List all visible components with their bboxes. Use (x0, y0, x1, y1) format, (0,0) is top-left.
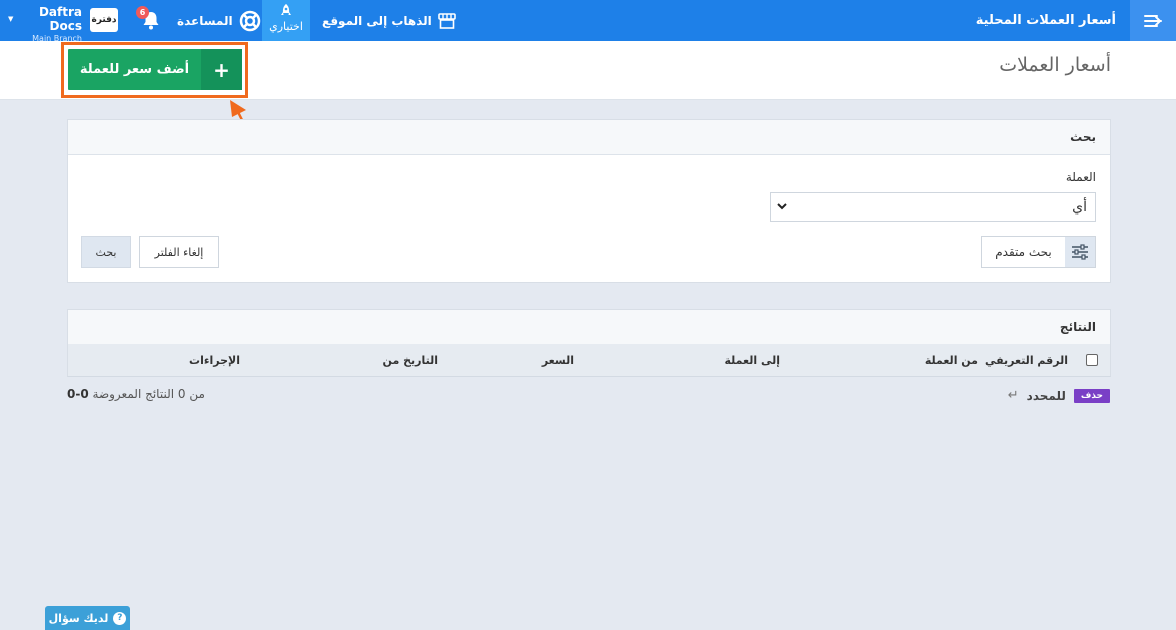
advanced-search-button[interactable]: بحث متقدم (981, 236, 1096, 268)
sliders-icon (1065, 237, 1095, 267)
caret-down-icon: ▼ (8, 15, 14, 23)
help-widget-label: لديك سؤال (48, 611, 109, 625)
bulk-label: للمحدد (1026, 388, 1066, 403)
page-title: أسعار العملات (999, 54, 1111, 76)
column-rate[interactable]: السعر (542, 354, 574, 367)
currency-select[interactable]: أي (770, 192, 1096, 222)
results-count-text: من 0 النتائج المعروضة (92, 387, 205, 401)
column-from-currency[interactable]: من العملة (925, 354, 978, 367)
search-panel-header: بحث (68, 120, 1110, 155)
results-range: 0-0 (67, 387, 89, 401)
bulk-delete-button[interactable]: حذف (1073, 388, 1110, 403)
bulk-actions: ↵ للمحدد حذف (1008, 388, 1110, 403)
rocket-icon (281, 4, 291, 15)
chevron-down-icon (777, 203, 787, 210)
currency-select-value: أي (1072, 199, 1087, 215)
column-actions: الإجراءات (189, 354, 240, 367)
plus-icon: + (201, 49, 242, 90)
top-navbar: أسعار العملات المحلية الذهاب إلى الموقع … (0, 0, 1176, 43)
store-icon (437, 12, 456, 29)
help-link[interactable]: المساعدة (177, 0, 261, 41)
results-panel: النتائج (67, 309, 1111, 345)
have-a-question-button[interactable]: لديك سؤال ? (45, 606, 130, 630)
company-logo: دفترة (90, 8, 118, 32)
add-currency-rate-label: أضف سعر للعملة (79, 62, 190, 77)
select-all-checkbox[interactable] (1086, 354, 1098, 366)
column-id[interactable]: الرقم التعريفي (985, 354, 1068, 367)
menu-arrow-icon (1144, 14, 1162, 27)
account-switcher[interactable]: ▼ Daftra Docs Main Branch (8, 5, 82, 45)
column-date-from[interactable]: التاريخ من (383, 354, 438, 367)
notifications-button[interactable]: 6 (136, 6, 162, 31)
go-to-site-link[interactable]: الذهاب إلى الموقع (322, 0, 456, 41)
optional-label: اختياري (269, 20, 303, 33)
search-panel: بحث العملة أي بحث متقدم إلغاء الفلتر بحث (67, 119, 1111, 283)
add-currency-rate-button[interactable]: + أضف سعر للعملة (68, 49, 242, 90)
column-to-currency[interactable]: إلى العملة (724, 354, 780, 367)
advanced-search-label: بحث متقدم (995, 245, 1052, 259)
search-panel-title: بحث (1070, 130, 1096, 144)
results-table-header: الرقم التعريفي من العملة إلى العملة السع… (67, 344, 1111, 377)
notifications-badge: 6 (136, 6, 149, 19)
account-name: Daftra Docs (38, 5, 82, 33)
optional-apps-button[interactable]: اختياري (262, 0, 310, 41)
search-button[interactable]: بحث (81, 236, 131, 268)
menu-toggle-button[interactable] (1130, 0, 1176, 41)
help-label: المساعدة (177, 13, 233, 28)
clear-filter-button[interactable]: إلغاء الفلتر (139, 236, 219, 268)
page-name: أسعار العملات المحلية (975, 13, 1116, 28)
corner-arrow-icon: ↵ (1007, 388, 1019, 403)
results-count: 0-0 من 0 النتائج المعروضة (67, 387, 205, 401)
results-panel-header: النتائج (68, 310, 1110, 345)
go-to-site-label: الذهاب إلى الموقع (322, 13, 432, 28)
results-panel-title: النتائج (1059, 320, 1096, 334)
lifebuoy-icon (239, 10, 260, 31)
question-icon: ? (113, 611, 127, 625)
page-header: أسعار العملات + أضف سعر للعملة (0, 41, 1176, 100)
currency-label: العملة (1065, 170, 1096, 184)
